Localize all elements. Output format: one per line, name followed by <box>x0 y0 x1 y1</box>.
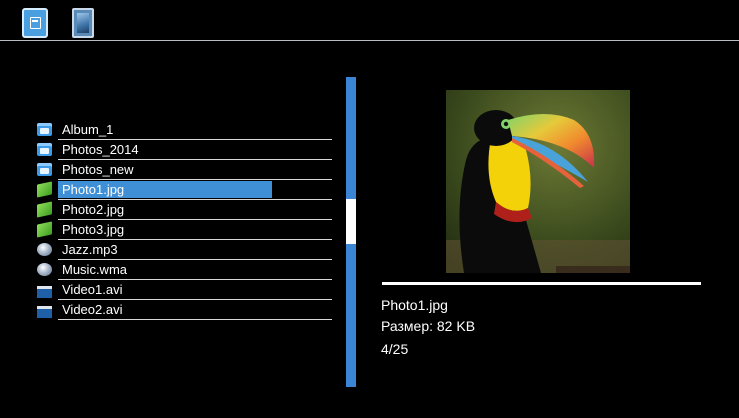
preview-file-name: Photo1.jpg <box>381 297 448 313</box>
list-item[interactable]: Photo2.jpg <box>36 200 332 220</box>
photo-tab-icon[interactable] <box>72 8 94 38</box>
file-name: Music.wma <box>62 262 128 277</box>
file-list: Album_1 Photos_2014 Photos_new Photo1.jp… <box>36 120 332 320</box>
list-item-selected[interactable]: Photo1.jpg <box>36 180 332 200</box>
preview-file-size: Размер: 82 KB <box>381 318 476 334</box>
photo-icon <box>37 201 52 218</box>
photo-icon <box>37 181 52 198</box>
list-item[interactable]: Music.wma <box>36 260 332 280</box>
video-icon <box>37 306 52 318</box>
top-toolbar <box>0 0 739 41</box>
file-name: Video1.avi <box>62 282 123 297</box>
video-icon <box>37 286 52 298</box>
music-icon <box>37 263 52 276</box>
photo-preview <box>446 90 630 273</box>
scrollbar-thumb[interactable] <box>346 199 356 244</box>
file-name: Photos_new <box>62 162 134 177</box>
row-divider <box>58 319 332 320</box>
file-name: Video2.avi <box>62 302 123 317</box>
folder-glyph-icon <box>30 17 41 29</box>
preview-index: 4/25 <box>381 341 409 357</box>
file-name: Photo2.jpg <box>62 202 125 217</box>
photo-glyph-icon <box>77 13 89 33</box>
preview-divider <box>382 282 701 285</box>
file-name: Album_1 <box>62 122 114 137</box>
list-item[interactable]: Video2.avi <box>36 300 332 320</box>
folder-icon <box>37 123 52 136</box>
file-name: Photos_2014 <box>62 142 139 157</box>
toucan-image <box>446 90 630 273</box>
folder-icon <box>37 163 52 176</box>
folder-icon <box>37 143 52 156</box>
list-item[interactable]: Photo3.jpg <box>36 220 332 240</box>
list-item[interactable]: Jazz.mp3 <box>36 240 332 260</box>
toolbar-divider <box>0 40 739 41</box>
folder-tab-icon[interactable] <box>22 8 48 38</box>
list-item[interactable]: Album_1 <box>36 120 332 140</box>
list-item[interactable]: Photos_2014 <box>36 140 332 160</box>
list-item[interactable]: Photos_new <box>36 160 332 180</box>
photo-icon <box>37 221 52 238</box>
music-icon <box>37 243 52 256</box>
file-name: Jazz.mp3 <box>62 242 118 257</box>
file-name: Photo3.jpg <box>62 222 125 237</box>
file-name: Photo1.jpg <box>62 182 125 197</box>
list-item[interactable]: Video1.avi <box>36 280 332 300</box>
